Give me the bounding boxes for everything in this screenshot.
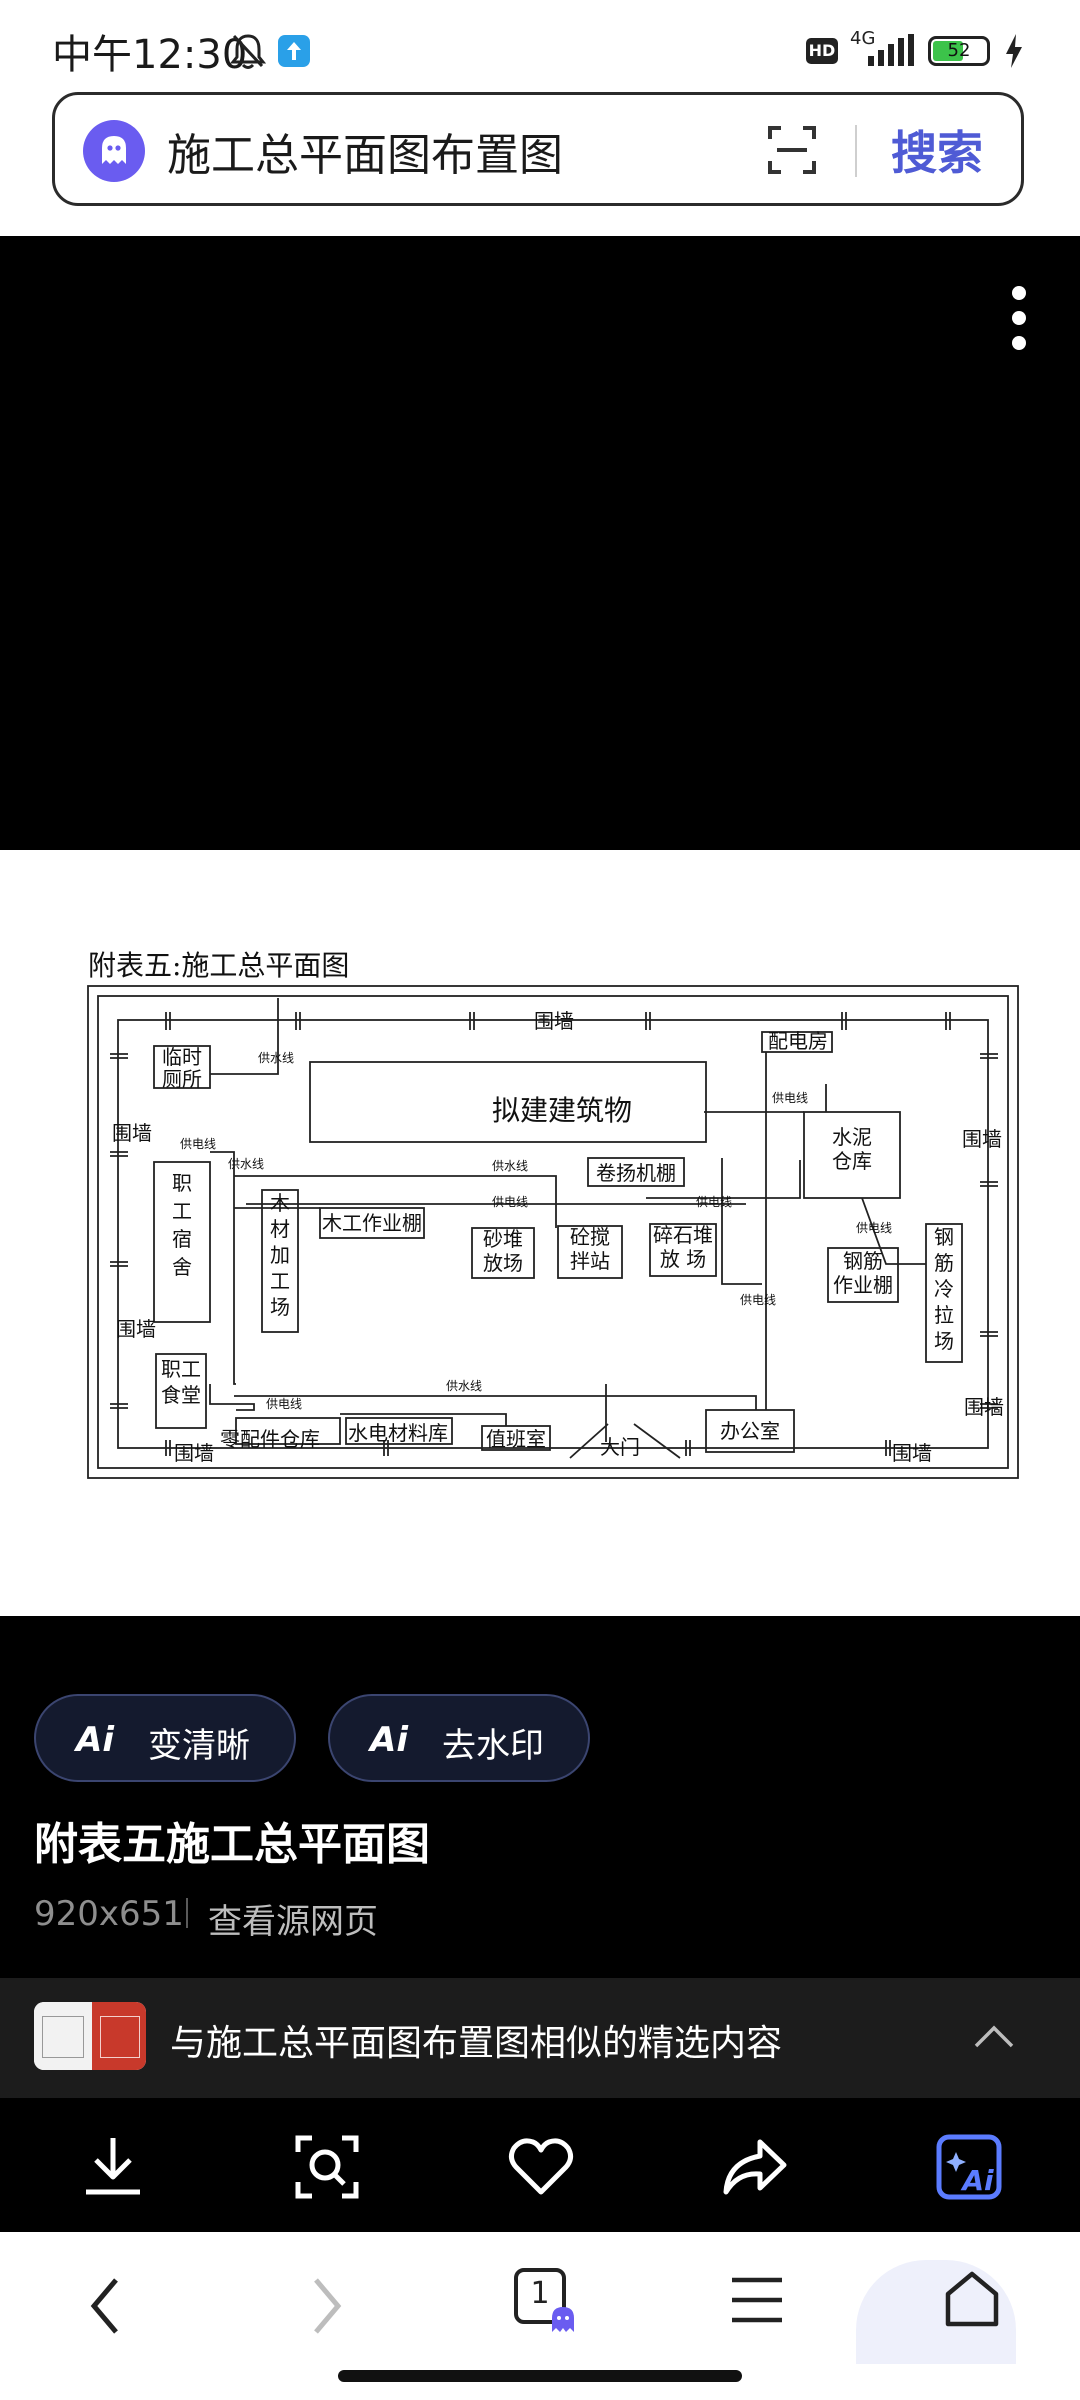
info-separator [186,1898,188,1928]
label-building: 拟建建筑物 [492,1094,632,1127]
label-power-1: 供电线 [180,1137,216,1151]
similar-content-bar[interactable]: 与施工总平面图布置图相似的精选内容 [0,1978,1080,2098]
search-divider [855,125,857,177]
label-water-2: 供水线 [228,1157,264,1171]
browser-bottom-nav: 1 [0,2232,1080,2400]
site-plan-diagram: 围墙 围墙 围墙 围墙 围墙 围墙 围墙 拟建建筑物 配电房 卷扬机棚 木工作业… [87,985,1019,1479]
home-indicator [338,2370,742,2382]
image-size: 920x651 [34,1894,184,1934]
ai-assistant-icon[interactable]: Ai [934,2132,1004,2202]
search-button[interactable]: 搜索 [891,117,983,183]
label-wood-yard: 木材加工场 [270,1191,290,1319]
scan-icon[interactable] [767,125,817,175]
download-icon[interactable] [78,2132,148,2202]
upload-notification-icon [278,35,310,67]
label-cement: 水泥仓库 [832,1125,872,1173]
image-action-bar: Ai [0,2098,1080,2232]
label-wood-shed: 木工作业棚 [322,1211,422,1235]
label-office: 办公室 [720,1419,780,1443]
menu-icon[interactable] [730,2276,784,2324]
battery-icon: 52 [928,36,990,66]
ai-enhance-chip[interactable]: Ai 变清晰 [34,1694,296,1782]
diagram-title: 附表五:施工总平面图 [88,949,350,982]
label-power-6: 供电线 [740,1293,776,1307]
label-power-2: 供电线 [492,1195,528,1209]
label-wall-left1: 围墙 [112,1121,152,1145]
signal-icon [868,34,914,66]
similar-content-text: 与施工总平面图布置图相似的精选内容 [170,2023,783,2064]
label-sand: 砂堆放场 [483,1227,523,1275]
label-gate: 大门 [600,1435,640,1459]
label-power-5: 供电线 [856,1221,892,1235]
label-plumbing: 水电材料库 [348,1421,448,1445]
status-bar: 中午12:30 HD 4G 52 [0,0,1080,90]
search-input[interactable]: 施工总平面图布置图 [167,119,563,183]
label-toilet: 临时厕所 [162,1045,202,1091]
enhance-label: 变清晰 [148,1726,250,1766]
label-water-1: 供水线 [258,1051,294,1065]
label-wall-bottom2: 围墙 [892,1441,932,1465]
label-gravel: 碎石堆放 场 [653,1223,713,1271]
image-title: 附表五施工总平面图 [34,1819,430,1870]
ghost-logo-icon [83,120,145,182]
image-search-icon[interactable] [292,2132,362,2202]
battery-level: 52 [947,40,971,61]
mute-bell-icon [230,34,266,69]
search-box[interactable]: 施工总平面图布置图 搜索 [52,92,1024,206]
more-options-icon[interactable] [1004,285,1034,351]
back-icon[interactable] [88,2276,122,2336]
ghost-badge-icon [552,2307,574,2332]
chevron-up-icon[interactable] [974,2024,1014,2048]
label-water-3: 供水线 [492,1159,528,1173]
label-canteen: 职工食堂 [161,1357,201,1407]
label-rebar-yard: 钢筋冷拉场 [934,1225,954,1353]
share-icon[interactable] [720,2132,790,2202]
label-parts: 零配件仓库 [220,1427,320,1451]
label-winch: 卷扬机棚 [596,1161,676,1185]
ai-icon: Ai [370,1720,408,1760]
hd-icon: HD [806,38,838,64]
label-power-4: 供电线 [772,1091,808,1105]
charging-icon [1006,34,1022,68]
label-wall-right2: 围墙 [964,1395,1004,1419]
label-wall-bottom1: 围墙 [174,1441,214,1465]
heart-icon[interactable] [506,2132,576,2202]
label-wall-top: 围墙 [534,1009,574,1033]
ai-remove-watermark-chip[interactable]: Ai 去水印 [328,1694,590,1782]
label-mixer: 砼搅拌站 [570,1225,610,1273]
label-power-7: 供电线 [266,1397,302,1411]
home-icon[interactable] [944,2270,1000,2328]
remove-watermark-label: 去水印 [442,1726,544,1766]
similar-thumbnail [34,2002,146,2070]
label-wall-right1: 围墙 [962,1127,1002,1151]
view-source-link[interactable]: 查看源网页 [208,1894,378,1943]
ai-icon: Ai [76,1720,114,1760]
label-wall-left2: 围墙 [116,1317,156,1341]
svg-text:Ai: Ai [960,2164,994,2197]
label-water-4: 供水线 [446,1379,482,1393]
label-dorm: 职工宿舍 [172,1171,192,1279]
label-duty: 值班室 [486,1427,546,1451]
forward-icon[interactable] [310,2276,344,2336]
status-time: 中午12:30 [52,32,248,78]
label-power-room: 配电房 [768,1029,828,1053]
label-power-3: 供电线 [696,1195,732,1209]
